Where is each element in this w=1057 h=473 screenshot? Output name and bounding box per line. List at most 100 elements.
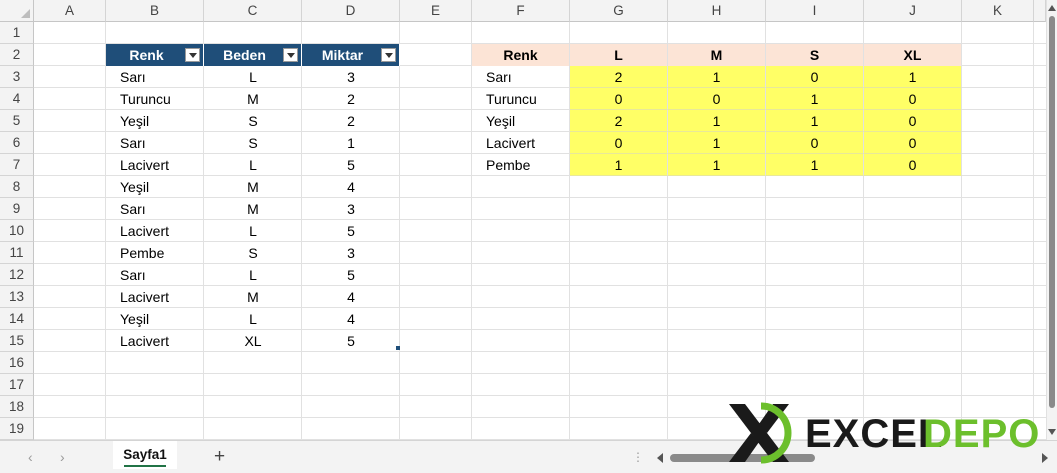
row-header-11[interactable]: 11 [0,242,34,264]
table-cell[interactable]: 2 [302,88,400,110]
table-cell[interactable]: Yeşil [106,176,204,198]
pivot-row-label[interactable]: Turuncu [472,88,570,110]
worksheet-grid[interactable]: ABCDEFGHIJK 1 2 3 4 5 6 7 8 9 10 11 12 13 14 15 16 17 18 1… [0,0,1046,440]
pivot-row-label[interactable]: Yeşil [472,110,570,132]
table-cell[interactable]: Yeşil [106,308,204,330]
table-cell[interactable]: 4 [302,286,400,308]
pivot-value-cell[interactable]: 0 [864,154,962,176]
column-header-k[interactable]: K [962,0,1034,22]
row-header-1[interactable]: 1 [0,22,34,44]
table-resize-handle[interactable] [396,346,400,350]
column-header-e[interactable]: E [400,0,472,22]
table-cell[interactable]: L [204,264,302,286]
table-header-miktar[interactable]: Miktar [302,44,400,66]
pivot-header-renk[interactable]: Renk [472,44,570,66]
row-header-14[interactable]: 14 [0,308,34,330]
row-header-16[interactable]: 16 [0,352,34,374]
table-cell[interactable]: 5 [302,264,400,286]
row-header-13[interactable]: 13 [0,286,34,308]
row-header-6[interactable]: 6 [0,132,34,154]
row-header-4[interactable]: 4 [0,88,34,110]
filter-dropdown-icon[interactable] [185,48,200,62]
row-header-7[interactable]: 7 [0,154,34,176]
row-header-2[interactable]: 2 [0,44,34,66]
table-cell[interactable]: Sarı [106,132,204,154]
row-header-3[interactable]: 3 [0,66,34,88]
pivot-header-s[interactable]: S [766,44,864,66]
table-cell[interactable]: 4 [302,176,400,198]
table-cell[interactable]: 5 [302,220,400,242]
table-cell[interactable]: Yeşil [106,110,204,132]
pivot-value-cell[interactable]: 1 [766,110,864,132]
pivot-value-cell[interactable]: 0 [766,132,864,154]
pivot-value-cell[interactable]: 1 [668,154,766,176]
column-header-h[interactable]: H [668,0,766,22]
row-header-18[interactable]: 18 [0,396,34,418]
column-header-c[interactable]: C [204,0,302,22]
row-header-10[interactable]: 10 [0,220,34,242]
pivot-header-xl[interactable]: XL [864,44,962,66]
table-cell[interactable]: Lacivert [106,154,204,176]
table-cell[interactable]: 5 [302,330,400,352]
pivot-row-label[interactable]: Pembe [472,154,570,176]
pivot-header-l[interactable]: L [570,44,668,66]
table-cell[interactable]: S [204,132,302,154]
table-cell[interactable]: Sarı [106,264,204,286]
pivot-value-cell[interactable]: 2 [570,66,668,88]
table-cell[interactable]: L [204,308,302,330]
tab-area-resize-handle[interactable]: ⋮ [632,450,644,464]
table-cell[interactable]: 1 [302,132,400,154]
pivot-value-cell[interactable]: 0 [864,88,962,110]
pivot-value-cell[interactable]: 1 [766,154,864,176]
table-header-beden[interactable]: Beden [204,44,302,66]
row-header-12[interactable]: 12 [0,264,34,286]
row-header-19[interactable]: 19 [0,418,34,440]
table-cell[interactable]: M [204,286,302,308]
column-header-j[interactable]: J [864,0,962,22]
table-cell[interactable]: M [204,176,302,198]
pivot-value-cell[interactable]: 1 [766,88,864,110]
table-cell[interactable]: L [204,220,302,242]
pivot-value-cell[interactable]: 0 [864,110,962,132]
scroll-down-icon[interactable] [1048,429,1056,435]
pivot-value-cell[interactable]: 1 [570,154,668,176]
pivot-value-cell[interactable]: 0 [570,132,668,154]
pivot-value-cell[interactable]: 0 [864,132,962,154]
table-cell[interactable]: 5 [302,154,400,176]
filter-dropdown-icon[interactable] [283,48,298,62]
table-cell[interactable]: 3 [302,198,400,220]
column-header-d[interactable]: D [302,0,400,22]
pivot-value-cell[interactable]: 2 [570,110,668,132]
next-sheet-icon[interactable]: › [60,449,65,465]
vertical-scroll-thumb[interactable] [1049,16,1055,408]
select-all-corner[interactable] [0,0,34,22]
table-cell[interactable]: 2 [302,110,400,132]
table-cell[interactable]: Sarı [106,198,204,220]
row-header-8[interactable]: 8 [0,176,34,198]
table-cell[interactable]: M [204,198,302,220]
pivot-value-cell[interactable]: 1 [668,110,766,132]
pivot-value-cell[interactable]: 1 [668,66,766,88]
pivot-row-label[interactable]: Lacivert [472,132,570,154]
table-cell[interactable]: S [204,242,302,264]
row-header-15[interactable]: 15 [0,330,34,352]
pivot-header-m[interactable]: M [668,44,766,66]
table-cell[interactable]: Pembe [106,242,204,264]
table-cell[interactable]: Sarı [106,66,204,88]
table-cell[interactable]: Lacivert [106,330,204,352]
column-header-b[interactable]: B [106,0,204,22]
prev-sheet-icon[interactable]: ‹ [28,449,33,465]
vertical-scrollbar[interactable] [1046,0,1057,440]
column-header-f[interactable]: F [472,0,570,22]
table-cell[interactable]: L [204,66,302,88]
table-cell[interactable]: Turuncu [106,88,204,110]
column-header-a[interactable]: A [34,0,106,22]
pivot-value-cell[interactable]: 0 [570,88,668,110]
row-header-17[interactable]: 17 [0,374,34,396]
column-header-g[interactable]: G [570,0,668,22]
table-cell[interactable]: S [204,110,302,132]
pivot-value-cell[interactable]: 0 [766,66,864,88]
table-cell[interactable]: 3 [302,66,400,88]
table-cell[interactable]: Lacivert [106,286,204,308]
table-cell[interactable]: L [204,154,302,176]
